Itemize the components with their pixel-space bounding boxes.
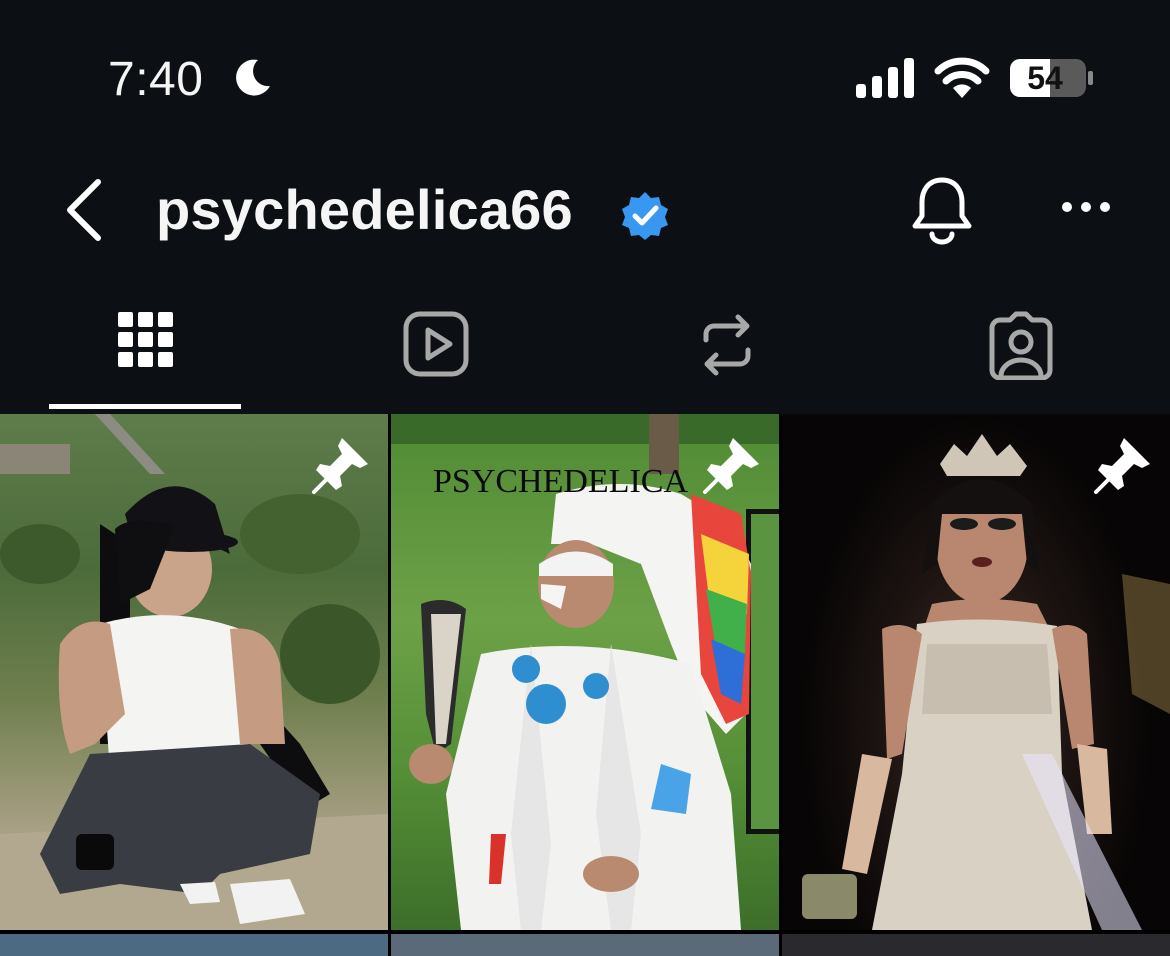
cellular-signal-icon bbox=[856, 58, 914, 98]
tab-tagged[interactable] bbox=[876, 290, 1168, 414]
post-thumbnail-6[interactable] bbox=[782, 934, 1170, 956]
tab-posts-grid[interactable] bbox=[0, 290, 292, 414]
more-options-icon[interactable] bbox=[1060, 198, 1112, 216]
post-caption-overlay: PSYCHEDELICA bbox=[433, 463, 688, 500]
pinned-post-icon bbox=[1094, 438, 1150, 494]
notifications-bell-icon[interactable] bbox=[910, 174, 974, 246]
profile-username: psychedelica66 bbox=[156, 178, 573, 241]
grid-icon bbox=[118, 312, 173, 367]
reels-icon bbox=[403, 311, 469, 377]
pinned-post-icon bbox=[703, 438, 759, 494]
post-thumbnail-5[interactable] bbox=[391, 934, 779, 956]
posts-grid: PSYCHEDELICA bbox=[0, 414, 1170, 956]
pinned-post-icon bbox=[312, 438, 368, 494]
post-thumbnail-3[interactable] bbox=[782, 414, 1170, 930]
back-chevron-icon[interactable] bbox=[62, 178, 106, 242]
repost-icon bbox=[703, 314, 751, 376]
tab-reels[interactable] bbox=[292, 290, 584, 414]
status-time: 7:40 bbox=[108, 53, 204, 106]
post-thumbnail-1[interactable] bbox=[0, 414, 388, 930]
wifi-icon bbox=[934, 57, 990, 98]
post-thumbnail-2[interactable]: PSYCHEDELICA bbox=[391, 414, 779, 930]
status-bar: 7:40 54 bbox=[0, 0, 1170, 150]
verified-badge-icon bbox=[622, 192, 668, 240]
tab-reposts[interactable] bbox=[584, 290, 876, 414]
profile-tabs bbox=[0, 290, 1170, 414]
battery-level: 54 bbox=[1027, 60, 1063, 96]
post-thumbnail-4[interactable] bbox=[0, 934, 388, 956]
tagged-icon bbox=[989, 311, 1053, 380]
do-not-disturb-moon-icon bbox=[236, 59, 270, 96]
active-tab-indicator bbox=[49, 404, 241, 409]
profile-header: psychedelica66 bbox=[0, 150, 1170, 270]
